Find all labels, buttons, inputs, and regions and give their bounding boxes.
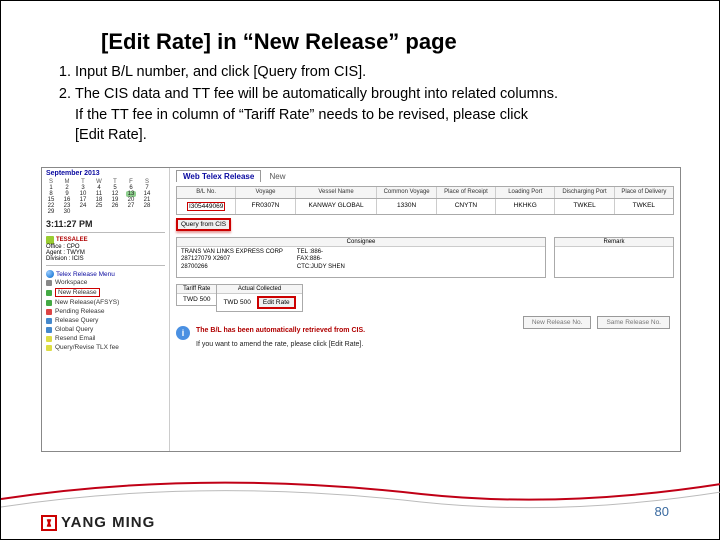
menu-resend[interactable]: Resend Email — [46, 334, 165, 343]
user-info: TESSALEE Office : CPO Agent : TWYM Divis… — [46, 236, 165, 262]
menu-new-release-af[interactable]: New Release(AFSYS) — [46, 298, 165, 307]
consignee-panel: Consignee TRANS VAN LINKS EXPRESS CORP 2… — [176, 237, 546, 278]
edit-rate-button[interactable]: Edit Rate — [257, 296, 296, 309]
same-release-no-button[interactable]: Same Release No. — [597, 316, 670, 329]
logo-icon — [41, 515, 57, 531]
menu-title: Telex Release Menu — [46, 270, 165, 278]
new-release-no-button[interactable]: New Release No. — [523, 316, 592, 329]
instruction-text: Input B/L number, and click [Query from … — [49, 63, 669, 145]
tab-bar: Web Telex Release New — [176, 170, 674, 182]
sidebar: September 2013 SMTWTFS 1234567 891011121… — [42, 168, 170, 451]
tab-web-telex[interactable]: Web Telex Release — [176, 170, 261, 182]
page-number: 80 — [655, 504, 669, 519]
instruction-2b: If the TT fee in column of “Tariff Rate”… — [75, 106, 669, 126]
menu-new-release[interactable]: New Release — [46, 287, 165, 298]
instruction-2c: [Edit Rate]. — [75, 126, 669, 146]
grid-row: I305449069 FR0307N KANWAY GLOBAL 1330N C… — [176, 199, 674, 215]
clock-time: 3:11:27 PM — [46, 219, 165, 229]
slide-title: [Edit Rate] in “New Release” page — [101, 29, 457, 55]
calendar-month: September 2013 — [46, 170, 165, 177]
main-panel: Web Telex Release New B/L No. Voyage Ves… — [170, 168, 680, 451]
query-from-cis-button[interactable]: Query from CIS — [176, 218, 231, 231]
user-icon — [46, 236, 54, 244]
rate-section: Tariff Rate TWD 500 Actual Collected TWD… — [176, 284, 674, 312]
bl-number-input[interactable]: I305449069 — [177, 199, 235, 214]
app-screenshot: September 2013 SMTWTFS 1234567 891011121… — [41, 167, 681, 452]
menu-query-revise[interactable]: Query/Revise TLX fee — [46, 343, 165, 352]
menu-pending[interactable]: Pending Release — [46, 307, 165, 316]
yang-ming-logo: YANG MING — [41, 514, 155, 531]
instruction-2: The CIS data and TT fee will be automati… — [75, 85, 669, 105]
actual-collected-value: TWD 500 — [223, 299, 250, 306]
info-icon: i — [176, 326, 190, 340]
remark-panel: Remark — [554, 237, 674, 278]
info-message: i The B/L has been automatically retriev… — [176, 326, 674, 351]
grid-header: B/L No. Voyage Vessel Name Common Voyage… — [176, 186, 674, 199]
menu-release-query[interactable]: Release Query — [46, 316, 165, 325]
tariff-rate-value: TWD 500 — [177, 294, 216, 305]
menu-global-query[interactable]: Global Query — [46, 325, 165, 334]
tab-new[interactable]: New — [264, 171, 292, 182]
globe-icon — [46, 270, 54, 278]
instruction-1: Input B/L number, and click [Query from … — [75, 63, 669, 83]
menu-workspace[interactable]: Workspace — [46, 278, 165, 287]
